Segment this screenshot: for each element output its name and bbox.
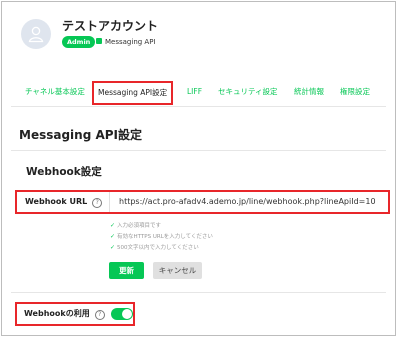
hint-item: ✓ 500文字以内で入力してください [110, 244, 199, 251]
check-icon: ✓ [110, 222, 116, 229]
webhook-url-row: Webhook URL? https://act.pro-afadv4.adem… [15, 190, 390, 214]
webhook-use-toggle[interactable] [111, 308, 133, 320]
webhook-url-label-text: Webhook URL [25, 197, 88, 206]
update-button[interactable]: 更新 [109, 262, 144, 279]
webhook-url-input[interactable]: https://act.pro-afadv4.ademo.jp/line/web… [119, 192, 376, 212]
plan-tag: Messaging API [96, 36, 156, 48]
hint-item: ✓ 入力必須項目です [110, 222, 162, 229]
tab-security[interactable]: セキュリティ設定 [218, 81, 278, 103]
tab-channel-basic[interactable]: チャネル基本設定 [25, 81, 85, 103]
role-badge: Admin [62, 36, 96, 48]
check-icon: ✓ [110, 244, 116, 251]
tab-statistics[interactable]: 統計情報 [294, 81, 324, 103]
section-title: Messaging API設定 [19, 128, 143, 142]
validation-hints: ✓ 入力必須項目です ✓ 有効なHTTPS URLを入力してください ✓ 500文字以… [110, 220, 213, 253]
help-icon[interactable]: ? [92, 198, 103, 208]
row-divider [109, 192, 110, 212]
tab-permissions[interactable]: 権限設定 [340, 81, 370, 103]
plan-label: Messaging API [105, 38, 156, 46]
tab-liff[interactable]: LIFF [187, 81, 202, 103]
account-name: テストアカウント [62, 19, 159, 33]
webhook-url-label: Webhook URL? [25, 192, 103, 212]
check-icon: ✓ [110, 233, 116, 240]
webhook-use-row: Webhookの利用? [15, 302, 135, 326]
webhook-settings-title: Webhook設定 [26, 166, 102, 178]
account-avatar [21, 19, 51, 49]
hint-item: ✓ 有効なHTTPS URLを入力してください [110, 233, 213, 240]
help-icon[interactable]: ? [94, 310, 105, 320]
webhook-use-label-text: Webhookの利用 [24, 309, 90, 318]
section-divider [11, 292, 386, 293]
toggle-knob [122, 309, 132, 319]
webhook-use-label: Webhookの利用? [24, 304, 105, 324]
tab-messaging-api[interactable]: Messaging API設定 [92, 81, 174, 105]
user-icon [28, 26, 44, 43]
section-divider [11, 150, 386, 151]
cancel-button[interactable]: キャンセル [153, 262, 202, 279]
tab-divider [11, 106, 386, 107]
settings-panel: テストアカウント Admin Messaging API チャネル基本設定 Me… [1, 1, 396, 336]
square-icon [96, 38, 102, 44]
